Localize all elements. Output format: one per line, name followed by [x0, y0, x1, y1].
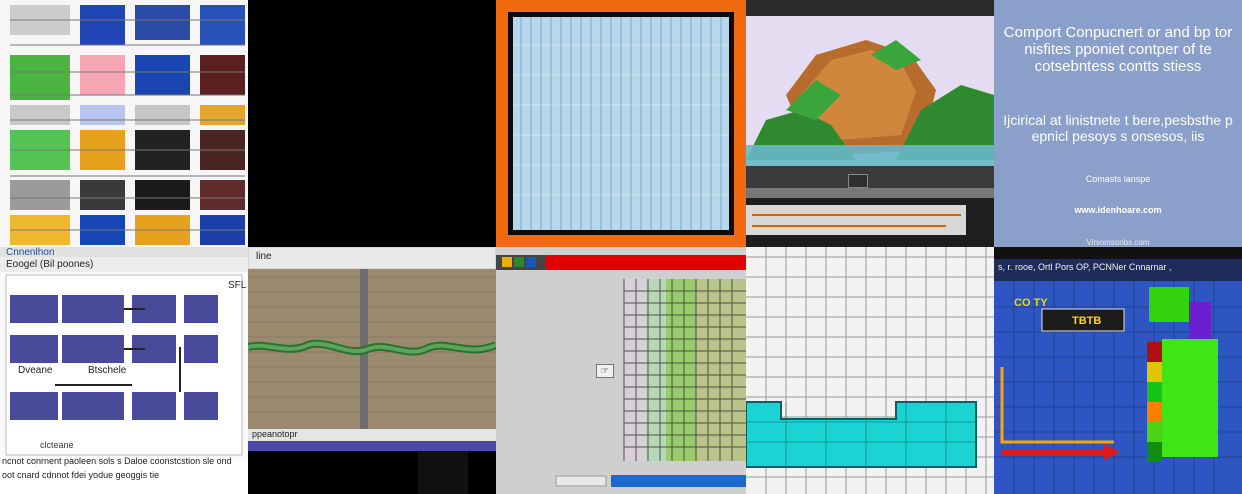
tile6-right-label: SFL	[228, 280, 247, 291]
slide-title: Comport Conpucnert or and bp tor nisfite…	[1003, 24, 1233, 75]
tile6-bottom-line2: ncnot conrnent paoleen sols s Daloe coon…	[2, 456, 232, 466]
tile4-button[interactable]	[848, 174, 868, 188]
tile7-toolbar: line	[256, 251, 272, 262]
tile-blue-diagram: s, r. rooe, Ortl Pors OP, PCNNer Cnnarna…	[994, 247, 1242, 494]
cyan-grid-art	[746, 247, 994, 494]
tile6-bottom-line3: oot cnard cdnnot fdei yodue geoggis tie	[2, 470, 160, 480]
hand-cursor-icon: ☞	[596, 364, 614, 378]
tile-blank-black	[248, 0, 496, 247]
pixel-monitor-art	[496, 0, 746, 247]
monitor-waveform-art	[248, 247, 496, 494]
tile-text-slide: Comport Conpucnert or and bp tor nisfite…	[994, 0, 1242, 247]
slide-small-text: Comasts lanspe	[1085, 174, 1151, 184]
tile-orange-monitor	[496, 0, 746, 247]
tile6-label-b: Btschele	[88, 365, 127, 376]
tile10-label-top: CO TY	[1014, 297, 1048, 309]
tile7-status: ppeanotopr	[252, 429, 298, 439]
slide-footer: Viniomsonbs.com	[1086, 238, 1150, 247]
tile6-top-title: Cnnenlhon	[6, 247, 55, 258]
tile-gradient-grid: ☞	[496, 247, 746, 494]
blue-diagram-art	[994, 247, 1242, 494]
landscape-window-art	[746, 0, 994, 247]
gradient-grid-art	[496, 247, 746, 494]
tile-spreadsheet	[0, 0, 248, 247]
tile-cyan-grid	[746, 247, 994, 494]
tile10-label-middle: TBTB	[1072, 315, 1102, 327]
tile-monitor-waveform: line ppeanotopr	[248, 247, 496, 494]
slide-url: www.idenhoare.com	[1074, 205, 1162, 215]
tile6-label-a: Dveane	[18, 365, 53, 376]
image-grid: Comport Conpucnert or and bp tor nisfite…	[0, 0, 1242, 494]
tile6-bottom-line1: clcteane	[40, 440, 74, 450]
tile10-top-row: s, r. rooe, Ortl Pors OP, PCNNer Cnnarna…	[998, 262, 1172, 272]
spreadsheet-grid-art	[0, 0, 248, 247]
tile6-toolbar-text: Eoogel (Bil poones)	[6, 259, 94, 270]
tile-flow-ui: Cnnenlhon Eoogel (Bil poones) SFL Dveane…	[0, 247, 248, 494]
slide-subtitle: Ijcirical at linistnete t bere,pesbsthe …	[1003, 112, 1233, 144]
tile-landscape-window	[746, 0, 994, 247]
